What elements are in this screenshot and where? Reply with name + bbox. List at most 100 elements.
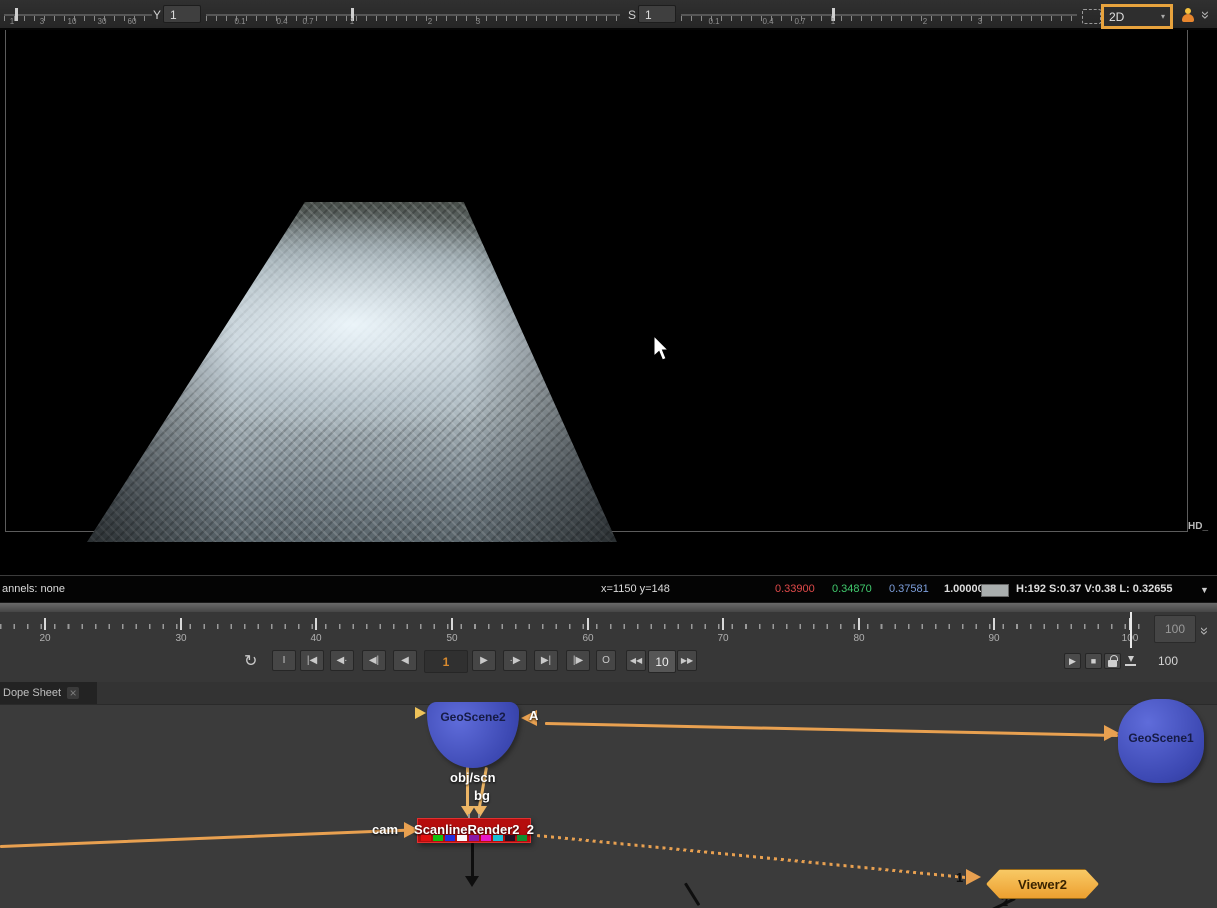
gamma-tick-label: 2 — [923, 17, 927, 26]
hsvl-text: H:192 S:0.37 V:0.38 L: 0.32655 — [1016, 583, 1173, 595]
channel-chip — [505, 835, 515, 841]
ruler-major-tick — [858, 618, 860, 630]
gamma-tick-label: 0.4 — [762, 17, 773, 26]
wire-scanline-down — [471, 843, 474, 879]
goto-start-button[interactable]: |◀ — [300, 650, 324, 671]
frame-increment-field[interactable]: 10 — [648, 650, 676, 673]
ruler-major-tick — [993, 618, 995, 630]
panel-tab-strip: Dope Sheet × — [0, 682, 1217, 705]
gain-tick-label: 2 — [428, 17, 432, 26]
channel-chip — [469, 835, 479, 841]
mini-tick-label: 1 — [10, 17, 14, 26]
prev-keyframe-button[interactable]: ◀· — [330, 650, 354, 671]
gamma-tick-label: 1 — [831, 17, 835, 26]
step-forward-button[interactable]: ·▶ — [503, 650, 527, 671]
gain-label: Y — [153, 8, 161, 22]
goto-end-button[interactable]: |▶ — [566, 650, 590, 671]
wire-scanline-viewer2 — [537, 834, 972, 879]
gain-input[interactable]: 1 — [163, 5, 201, 23]
increment-frame-button[interactable]: ▶▶ — [677, 650, 697, 671]
ruler-label: 80 — [853, 633, 864, 644]
mini-tick-label: 10 — [68, 17, 77, 26]
ruler-minor-ticks — [0, 624, 1145, 629]
node-geoscene1-label: GeoScene1 — [1128, 731, 1193, 745]
playback-range-end-field[interactable]: 100 — [1154, 615, 1196, 643]
in-point-button[interactable]: I — [272, 650, 296, 671]
tab-dope-sheet[interactable]: Dope Sheet × — [0, 682, 97, 704]
ruler-label: 60 — [582, 633, 593, 644]
gain-tick-label: 3 — [476, 17, 480, 26]
step-back-button[interactable]: ◀| — [362, 650, 386, 671]
cam-input-label: cam — [372, 822, 398, 837]
roi-selection-icon[interactable] — [1082, 9, 1101, 24]
gamma-input[interactable]: 1 — [638, 5, 676, 23]
play-reverse-button[interactable]: ◀ — [393, 650, 417, 671]
node-scanlinerender[interactable]: ScanlineRender2_2 — [417, 818, 531, 843]
scanline-input-nub — [478, 814, 480, 818]
lock-range-button[interactable] — [1104, 653, 1121, 669]
wire-arrowhead-viewer2-input1 — [966, 869, 981, 885]
current-frame-field[interactable]: 1 — [424, 650, 468, 673]
ruler-major-tick — [44, 618, 46, 630]
sample-green-value: 0.34870 — [832, 583, 872, 595]
ruler-major-tick — [587, 618, 589, 630]
decrement-frame-button[interactable]: ◀◀ — [626, 650, 646, 671]
full-frame-processing-button[interactable]: ■ — [1085, 653, 1102, 669]
color-management-icon[interactable] — [1181, 8, 1195, 23]
node-geoscene2[interactable]: GeoScene2 — [427, 702, 519, 768]
channel-chip — [457, 835, 467, 841]
node-graph-panel[interactable]: Dope Sheet × A cam obj/scn bg 1 2 — [0, 682, 1217, 908]
view-mode-value: 2D — [1109, 10, 1124, 24]
next-keyframe-button[interactable]: ▶| — [534, 650, 558, 671]
flipbook-button[interactable] — [1123, 653, 1140, 669]
channel-chip — [445, 835, 455, 841]
mini-tick-label: 60 — [128, 17, 137, 26]
wire-viewer2-input2-far — [684, 883, 700, 906]
timeline-ruler[interactable]: 20 30 40 50 60 70 80 90 100 — [0, 612, 1145, 646]
viewer-info-bar: annels: none x=1150 y=148 0.33900 0.3487… — [0, 575, 1217, 603]
ruler-major-tick — [451, 618, 453, 630]
node-geoscene1[interactable]: GeoScene1 — [1118, 699, 1204, 783]
format-label: HD_ — [1188, 521, 1208, 532]
nuke-window: 1 3 10 30 60 Y 1 0.1 0.4 0.7 1 2 3 S 1 0… — [0, 0, 1217, 908]
viewer-canvas[interactable]: HD_ — [0, 30, 1217, 575]
gamma-tick-label: 0.7 — [794, 17, 805, 26]
close-icon[interactable]: × — [67, 687, 79, 699]
flipbook-icon-base — [1125, 664, 1136, 666]
timeline-panel: 20 30 40 50 60 70 80 90 100 ↻ I |◀ ◀· ◀|… — [0, 612, 1217, 682]
playback-mode-button[interactable]: ↻ — [238, 650, 263, 672]
timeline-playhead[interactable] — [1130, 612, 1132, 648]
mouse-cursor-icon — [652, 335, 670, 363]
fps-field[interactable]: 100 — [1158, 654, 1178, 668]
objscn-input-label: obj/scn — [450, 770, 496, 785]
sample-red-value: 0.33900 — [775, 583, 815, 595]
node-geoscene2-label: GeoScene2 — [440, 710, 505, 724]
ruler-label: 20 — [39, 633, 50, 644]
channel-chip-row — [421, 835, 527, 841]
gamma-label: S — [628, 8, 636, 22]
node-viewer2-label: Viewer2 — [1018, 877, 1067, 892]
chevron-down-icon: ▾ — [1161, 12, 1165, 21]
pointer-coords: x=1150 y=148 — [601, 583, 670, 595]
scanline-input-nub — [468, 814, 470, 818]
channel-chip — [433, 835, 443, 841]
geoscene2-input-stub-icon — [415, 707, 426, 719]
ruler-label: 50 — [446, 633, 457, 644]
view-mode-dropdown[interactable]: 2D ▾ — [1101, 4, 1173, 29]
wire-arrowhead-bg — [473, 806, 487, 817]
play-in-viewer-button[interactable]: ▶ — [1064, 653, 1081, 669]
exposure-mini-slider-handle[interactable] — [15, 8, 18, 21]
node-viewer2[interactable]: Viewer2 — [986, 869, 1099, 899]
timeline-collapse-chevron-icon[interactable]: » — [1197, 627, 1211, 635]
channel-chip — [517, 835, 527, 841]
play-forward-button[interactable]: ▶ — [472, 650, 496, 671]
gamma-slider-ticks — [681, 16, 1077, 21]
gain-tick-label: 1 — [350, 17, 354, 26]
flipbook-icon — [1128, 656, 1134, 662]
channel-chip — [421, 835, 431, 841]
toolbar-collapse-chevron-icon[interactable]: » — [1198, 11, 1212, 19]
gamma-tick-label: 0.1 — [708, 17, 719, 26]
info-dropdown-arrow-icon[interactable]: ▼ — [1200, 585, 1209, 595]
out-point-button[interactable]: O — [596, 650, 616, 671]
ruler-major-tick — [722, 618, 724, 630]
